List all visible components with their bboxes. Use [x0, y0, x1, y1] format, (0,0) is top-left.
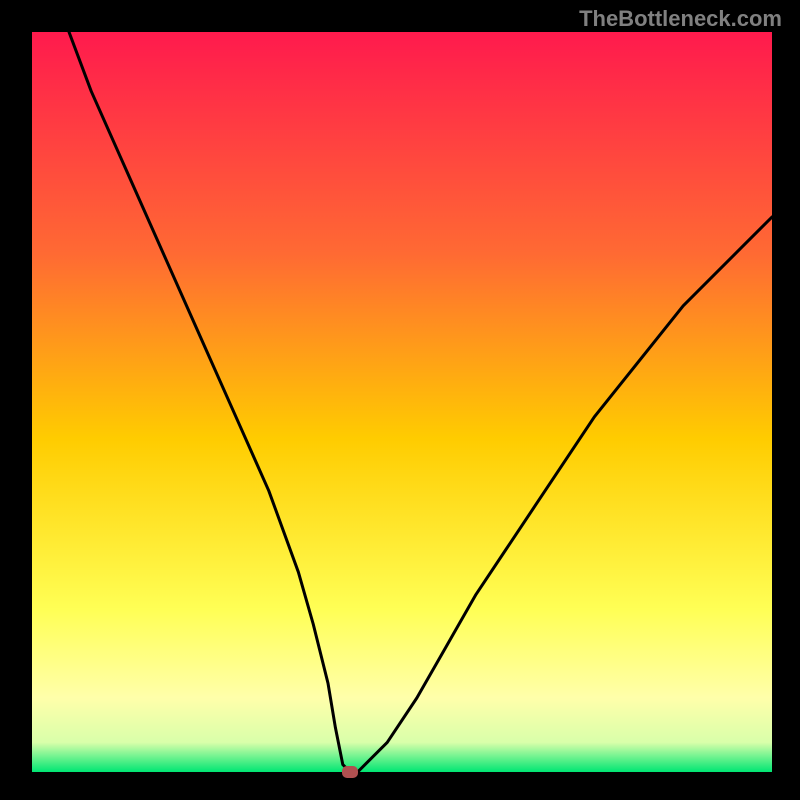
- bottleneck-curve: [32, 32, 772, 772]
- chart-container: TheBottleneck.com: [0, 0, 800, 800]
- watermark-text: TheBottleneck.com: [579, 6, 782, 32]
- plot-area: [32, 32, 772, 772]
- optimal-point-marker: [342, 766, 358, 778]
